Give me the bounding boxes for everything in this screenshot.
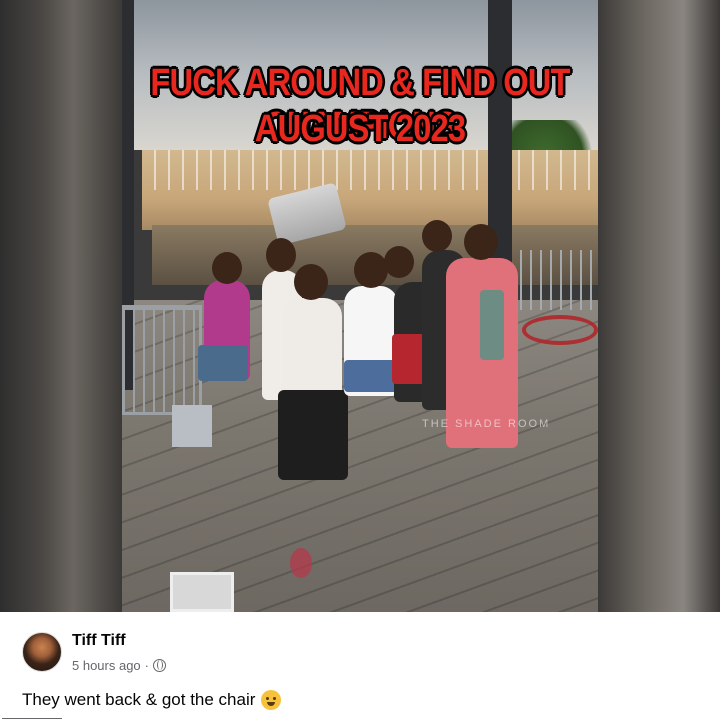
person-6-head — [422, 220, 452, 252]
metal-barricade — [122, 305, 202, 415]
person-5-head — [384, 246, 414, 278]
post-timestamp[interactable]: 5 hours ago — [72, 658, 141, 673]
post-meta: 5 hours ago · — [72, 658, 167, 673]
person-1-head — [212, 252, 242, 284]
author-name[interactable]: Tiff Tiff — [72, 632, 126, 650]
post-text-content: They went back & got the chair — [22, 690, 256, 709]
post-text: They went back & got the chair — [22, 690, 282, 710]
avatar[interactable] — [22, 632, 62, 672]
person-3-head — [294, 264, 328, 300]
person-7-head — [464, 224, 498, 260]
person-7-towel — [480, 290, 504, 360]
person-4-head — [354, 252, 388, 288]
railing — [142, 150, 598, 190]
person-2-head — [266, 238, 296, 272]
person-3-skirt — [278, 390, 348, 480]
post-footer: Tiff Tiff 5 hours ago · They went back &… — [0, 612, 720, 726]
underline-artifact — [2, 718, 62, 719]
crate — [170, 572, 234, 612]
globe-icon[interactable] — [153, 659, 167, 672]
gray-box — [172, 405, 212, 447]
red-hose — [522, 315, 598, 345]
metal-barricade-right — [512, 250, 598, 310]
person-4-shorts — [344, 360, 398, 392]
meta-separator: · — [144, 658, 150, 673]
grimacing-face-emoji — [261, 690, 282, 710]
watermark: THE SHADE ROOM — [422, 418, 551, 430]
post-image[interactable]: THE SHADE ROOM FUCK AROUND & FIND OUT CH… — [0, 0, 720, 612]
image-caption-line-2: AUGUST 2023 — [254, 108, 466, 150]
person-1-shorts — [198, 345, 248, 381]
red-stain — [290, 548, 312, 578]
